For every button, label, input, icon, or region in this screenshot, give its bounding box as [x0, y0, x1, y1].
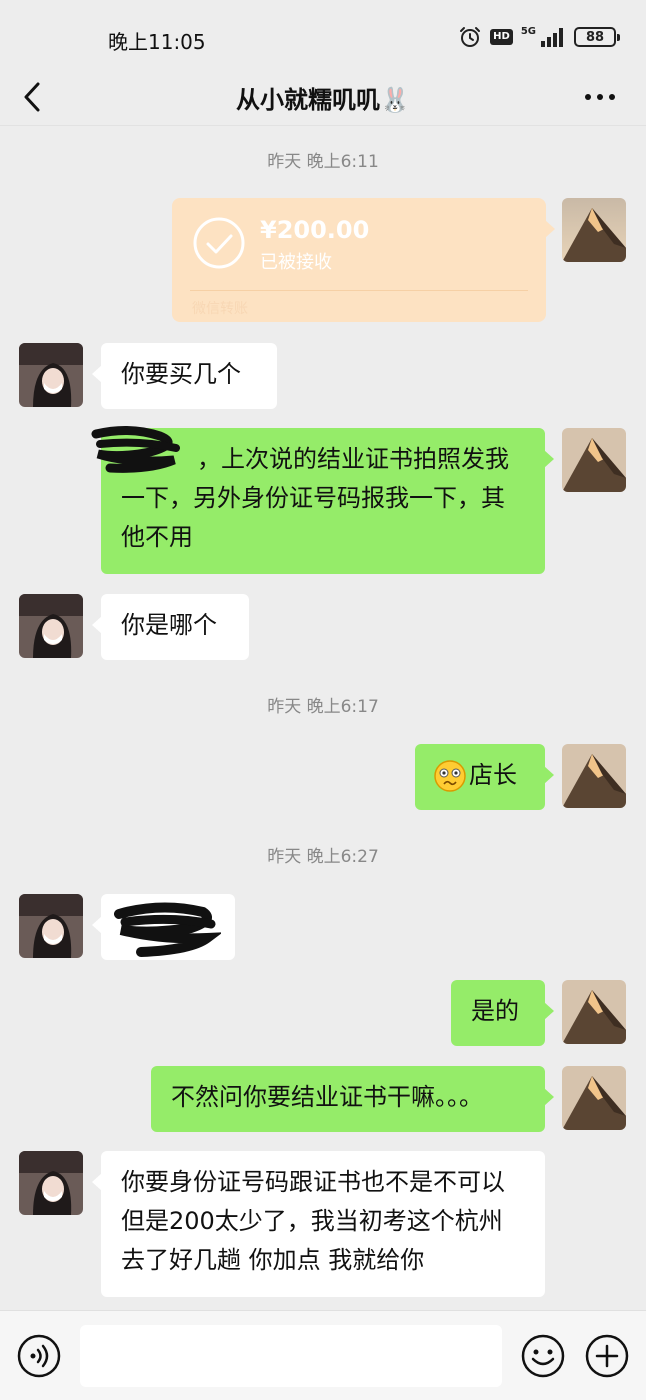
- add-button[interactable]: [584, 1333, 630, 1383]
- check-circle-icon: [193, 217, 245, 269]
- self-avatar[interactable]: [562, 980, 626, 1044]
- transfer-footer: 微信转账: [192, 301, 248, 317]
- self-avatar[interactable]: [562, 1066, 626, 1130]
- message-bubble-sent[interactable]: 店长: [415, 744, 554, 810]
- message-text: 不然问你要结业证书干嘛。。。: [171, 1083, 483, 1111]
- self-avatar[interactable]: [562, 744, 626, 808]
- status-icons: HD 5G 88: [458, 22, 620, 52]
- mountain-avatar-image: [562, 1066, 626, 1130]
- dizzy-face-emoji-icon: [434, 760, 466, 792]
- contact-avatar[interactable]: [19, 594, 83, 658]
- message-text: 你要买几个: [121, 360, 241, 388]
- girl-avatar-image: [19, 594, 83, 658]
- message-bubble-received[interactable]: 你要买几个: [92, 343, 277, 409]
- message-bubble-received[interactable]: 你要身份证号码跟证书也不是不可以但是200太少了，我当初考这个杭州去了好几趟 你…: [92, 1151, 545, 1297]
- mountain-avatar-image: [562, 428, 626, 492]
- message-bubble-sent[interactable]: 不然问你要结业证书干嘛。。。: [151, 1066, 554, 1132]
- message-bubble-sent[interactable]: 是的: [451, 980, 554, 1046]
- message-input[interactable]: [80, 1325, 502, 1387]
- plus-icon: [585, 1334, 629, 1378]
- network-label: 5G: [520, 26, 536, 37]
- emoji-button[interactable]: [520, 1333, 566, 1383]
- girl-avatar-image: [19, 894, 83, 958]
- girl-avatar-image: [19, 1151, 83, 1215]
- transfer-card[interactable]: ¥200.00 已被接收 微信转账: [172, 198, 555, 322]
- transfer-divider: [190, 290, 528, 291]
- signal-icon: [541, 28, 563, 47]
- more-icon: [585, 94, 615, 100]
- mountain-avatar-image: [562, 198, 626, 262]
- status-bar: 晚上11:05 HD 5G 88: [0, 0, 646, 68]
- mountain-avatar-image: [562, 980, 626, 1044]
- girl-avatar-image: [19, 343, 83, 407]
- smile-icon: [521, 1334, 565, 1378]
- message-bubble-received[interactable]: [92, 894, 235, 960]
- self-avatar[interactable]: [562, 198, 626, 262]
- transfer-amount: ¥200.00: [260, 216, 370, 244]
- redaction-scribble: [91, 425, 180, 473]
- chat-title: 从小就糯叽叽🐰: [236, 86, 410, 114]
- mountain-avatar-image: [562, 744, 626, 808]
- message-text: 是的: [471, 997, 519, 1025]
- contact-avatar[interactable]: [19, 343, 83, 407]
- chat-header: 从小就糯叽叽🐰: [0, 68, 646, 126]
- self-avatar[interactable]: [562, 428, 626, 492]
- input-bar: [0, 1310, 646, 1400]
- message-text: 你是哪个: [121, 611, 217, 639]
- battery-icon: 88: [574, 27, 620, 47]
- redaction-scribble: [114, 902, 221, 957]
- alarm-icon: [460, 27, 481, 47]
- message-bubble-received[interactable]: 你是哪个: [92, 594, 249, 660]
- battery-level: 88: [585, 29, 605, 45]
- voice-icon: [17, 1334, 61, 1378]
- chat-timestamp: 昨天 晚上6:27: [267, 847, 379, 867]
- voice-button[interactable]: [16, 1333, 62, 1383]
- chat-timestamp: 昨天 晚上6:17: [267, 697, 379, 717]
- message-text: 店长: [469, 761, 517, 789]
- message-text: 你要身份证号码跟证书也不是不可以但是200太少了，我当初考这个杭州去了好几趟 你…: [121, 1168, 505, 1274]
- contact-avatar[interactable]: [19, 1151, 83, 1215]
- transfer-status: 已被接收: [260, 252, 332, 273]
- chat-timestamp: 昨天 晚上6:11: [267, 152, 379, 172]
- status-time: 晚上11:05: [108, 30, 206, 54]
- contact-avatar[interactable]: [19, 894, 83, 958]
- more-button[interactable]: [582, 82, 618, 112]
- hd-icon: HD: [490, 29, 513, 45]
